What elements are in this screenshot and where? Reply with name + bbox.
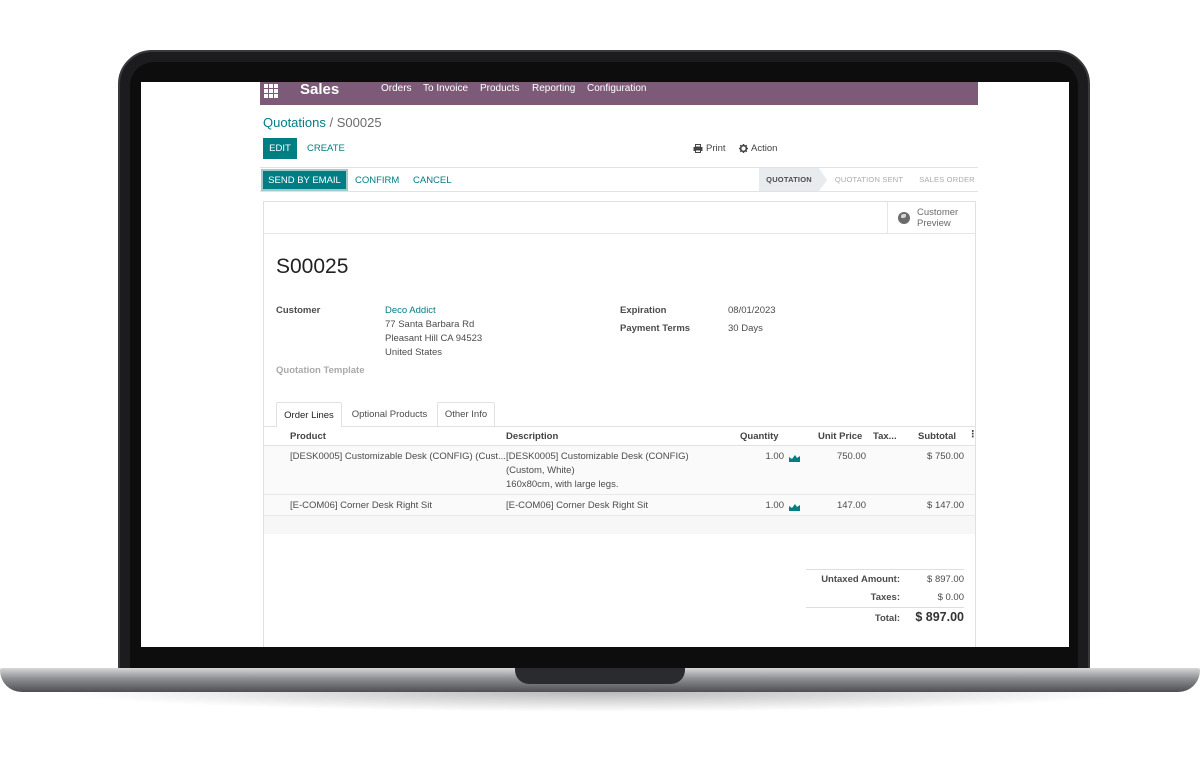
col-unit-price[interactable]: Unit Price — [818, 431, 862, 442]
cancel-button[interactable]: CANCEL — [413, 175, 452, 186]
action-label: Action — [751, 143, 778, 154]
print-icon — [693, 144, 703, 153]
confirm-button[interactable]: CONFIRM — [355, 175, 399, 186]
row-product: [DESK0005] Customizable Desk (CONFIG) (C… — [290, 451, 506, 462]
totals-divider — [806, 607, 964, 608]
customer-label: Customer — [276, 305, 321, 316]
print-label: Print — [706, 143, 726, 154]
stage-sales-order[interactable]: SALES ORDER — [917, 168, 977, 191]
column-options-icon[interactable]: ⋮ — [968, 429, 978, 440]
row-quantity: 1.00 — [765, 500, 785, 511]
customer-link[interactable]: Deco Addict — [385, 305, 436, 316]
payment-terms-label: Payment Terms — [620, 323, 691, 334]
row-quantity: 1.00 — [765, 451, 785, 462]
row-subtotal: $ 147.00 — [927, 500, 964, 511]
col-product[interactable]: Product — [290, 431, 326, 442]
globe-icon — [898, 211, 910, 224]
send-by-email-button[interactable]: SEND BY EMAIL — [261, 169, 348, 191]
row-unit-price: 750.00 — [836, 451, 866, 462]
tab-order-lines[interactable]: Order Lines — [276, 402, 342, 427]
forecast-chart-icon[interactable] — [789, 503, 800, 511]
taxes-value: $ 0.00 — [937, 592, 964, 603]
row-subtotal: $ 750.00 — [927, 451, 964, 462]
edit-button[interactable]: EDIT — [263, 138, 297, 159]
record-title: S00025 — [276, 255, 349, 278]
order-lines-header: Product Description Quantity Unit Price … — [264, 427, 978, 446]
customer-preview-button[interactable]: Customer Preview — [887, 202, 975, 233]
col-taxes[interactable]: Tax... — [873, 431, 897, 442]
row-unit-price: 147.00 — [836, 500, 866, 511]
tab-optional-products[interactable]: Optional Products — [342, 402, 437, 426]
row-description-line-2: (Custom, White) — [506, 465, 575, 476]
total-value: $ 897.00 — [915, 610, 964, 624]
totals-divider — [806, 569, 964, 570]
action-dropdown[interactable]: Action — [739, 143, 777, 154]
customer-preview-label: Customer Preview — [917, 206, 959, 229]
col-description[interactable]: Description — [506, 431, 558, 442]
notebook-tabs: Order Lines Optional Products Other Info — [264, 402, 975, 427]
forecast-chart-icon[interactable] — [789, 454, 800, 462]
row-description-line-1: [E-COM06] Corner Desk Right Sit — [506, 500, 649, 511]
breadcrumb: Quotations / S00025 — [263, 115, 382, 130]
row-description-line-1: [DESK0005] Customizable Desk (CONFIG) — [506, 451, 689, 462]
laptop-notch — [515, 668, 685, 684]
stage-quotation[interactable]: QUOTATION — [759, 168, 819, 191]
untaxed-amount-value: $ 897.00 — [927, 574, 964, 585]
status-bar: SEND BY EMAIL CONFIRM CANCEL QUOTATION Q… — [260, 167, 978, 192]
odoo-sales-app: Sales Orders To Invoice Products Reporti… — [260, 82, 978, 647]
apps-grid-icon[interactable] — [264, 84, 278, 98]
create-button[interactable]: CREATE — [307, 143, 345, 154]
app-brand[interactable]: Sales — [300, 82, 339, 98]
stage-arrow — [819, 168, 827, 191]
expiration-value[interactable]: 08/01/2023 — [728, 305, 776, 316]
menu-to-invoice[interactable]: To Invoice — [423, 83, 468, 94]
form-sheet: Customer Preview S00025 Customer Deco Ad… — [263, 201, 978, 647]
laptop-shadow — [60, 692, 1140, 712]
smart-button-box: Customer Preview — [264, 202, 975, 234]
untaxed-amount-label: Untaxed Amount: — [821, 574, 900, 585]
breadcrumb-separator: / — [329, 115, 334, 130]
tab-other-info[interactable]: Other Info — [437, 402, 495, 426]
menu-reporting[interactable]: Reporting — [532, 83, 575, 94]
quotation-template-label: Quotation Template — [276, 365, 365, 376]
menu-configuration[interactable]: Configuration — [587, 83, 646, 94]
table-row[interactable]: [E-COM06] Corner Desk Right Sit [E-COM06… — [264, 495, 975, 516]
gear-icon — [739, 144, 748, 153]
laptop-screen: Sales Orders To Invoice Products Reporti… — [141, 82, 1069, 647]
address-line-3: United States — [385, 347, 443, 358]
menu-orders[interactable]: Orders — [381, 83, 412, 94]
top-navbar: Sales Orders To Invoice Products Reporti… — [260, 82, 978, 105]
taxes-label: Taxes: — [870, 592, 900, 603]
table-row[interactable]: [DESK0005] Customizable Desk (CONFIG) (C… — [264, 446, 975, 495]
col-quantity[interactable]: Quantity — [740, 431, 779, 442]
row-description-line-3: 160x80cm, with large legs. — [506, 479, 619, 490]
payment-terms-value[interactable]: 30 Days — [728, 323, 763, 334]
address-line-2: Pleasant Hill CA 94523 — [385, 333, 483, 344]
expiration-label: Expiration — [620, 305, 667, 316]
menu-products[interactable]: Products — [480, 83, 519, 94]
empty-row — [264, 516, 975, 534]
breadcrumb-current: S00025 — [336, 115, 382, 130]
row-product: [E-COM06] Corner Desk Right Sit — [290, 500, 433, 511]
breadcrumb-quotations[interactable]: Quotations — [263, 115, 326, 130]
col-subtotal[interactable]: Subtotal — [918, 431, 956, 442]
print-dropdown[interactable]: Print — [693, 143, 726, 154]
address-line-1: 77 Santa Barbara Rd — [385, 319, 475, 330]
stage-quotation-sent[interactable]: QUOTATION SENT — [829, 168, 909, 191]
